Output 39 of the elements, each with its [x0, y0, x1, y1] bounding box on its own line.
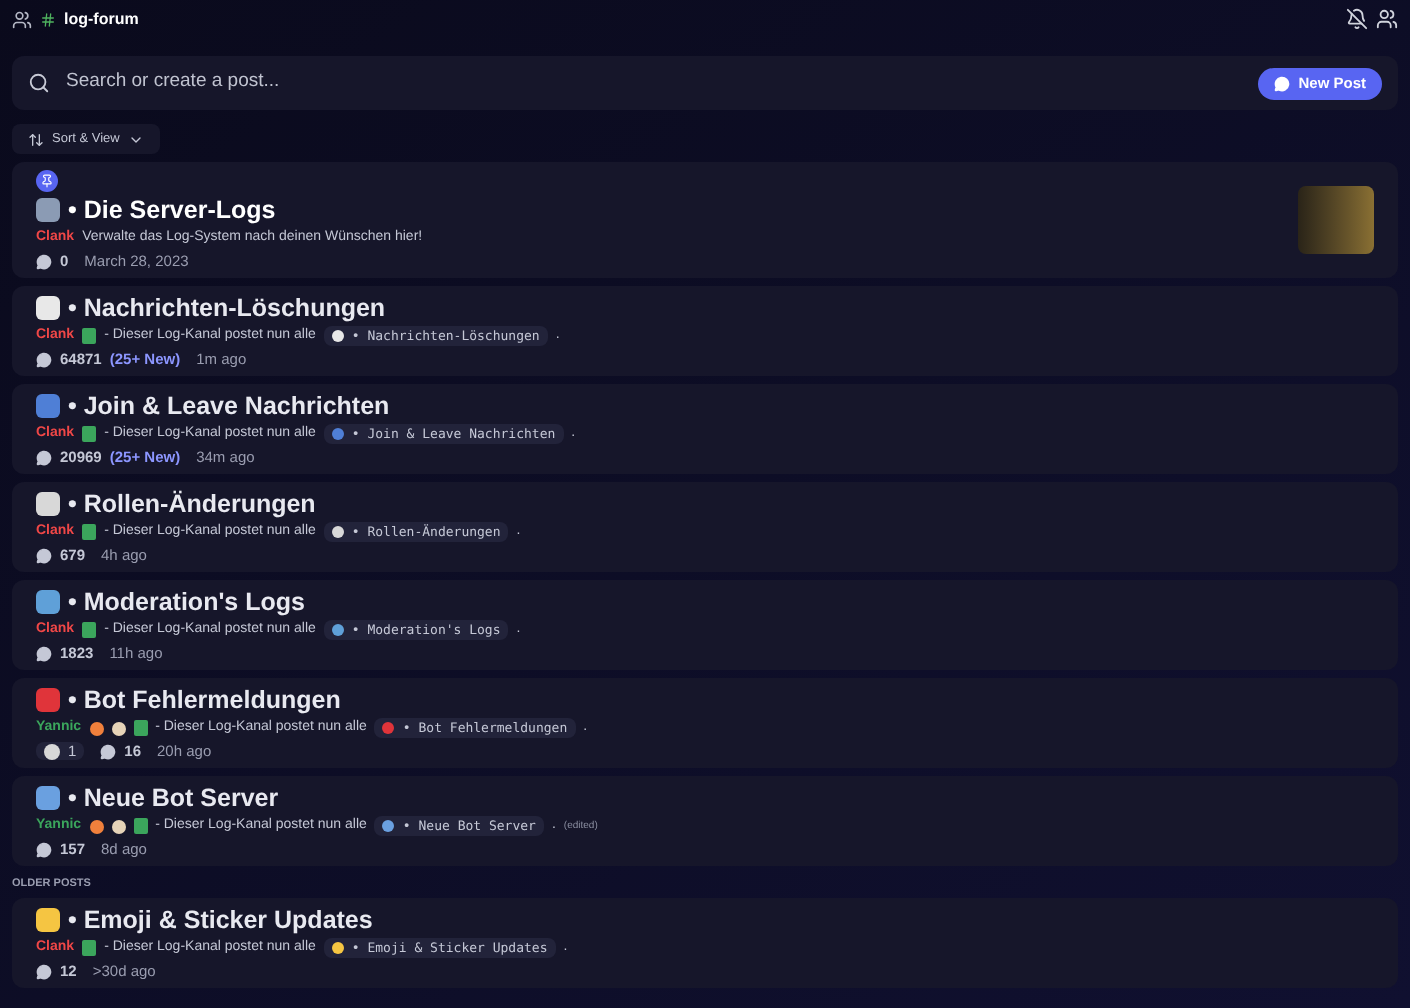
emoji-icon — [331, 330, 344, 342]
emoji-icon — [331, 942, 344, 954]
chat-icon — [36, 351, 52, 367]
emoji-icon — [36, 296, 60, 320]
post-title: • Neue Bot Server — [68, 784, 279, 812]
search-icon — [28, 72, 50, 94]
emoji-icon — [382, 722, 395, 734]
post-title: • Nachrichten-Löschungen — [68, 294, 386, 322]
emoji-icon — [36, 394, 60, 418]
emoji-icon — [331, 428, 344, 440]
post-title: • Die Server-Logs — [68, 196, 276, 224]
post-title: • Join & Leave Nachrichten — [68, 392, 390, 420]
chat-icon — [100, 743, 117, 759]
emoji-icon — [331, 624, 344, 636]
emoji-icon — [331, 526, 344, 538]
chat-icon — [36, 645, 52, 661]
notifications-off-icon[interactable] — [1346, 8, 1368, 30]
chat-icon — [36, 841, 52, 857]
search-field[interactable]: Search or create a post... — [66, 68, 1243, 98]
post-title: • Bot Fehlermeldungen — [68, 686, 341, 714]
members-icon[interactable] — [1376, 8, 1398, 30]
emoji-icon — [36, 492, 60, 516]
emoji-icon — [36, 198, 60, 222]
emoji-icon — [36, 908, 60, 932]
chat-icon — [36, 449, 52, 465]
emoji-icon — [36, 688, 60, 712]
chat-icon — [1274, 75, 1291, 91]
emoji-icon — [36, 590, 60, 614]
channel-icon — [40, 11, 56, 27]
post-title: • Emoji & Sticker Updates — [68, 906, 373, 934]
channel-name: log-forum — [64, 7, 139, 31]
emoji-icon — [36, 786, 60, 810]
chat-icon — [36, 963, 52, 979]
chat-icon — [36, 547, 52, 563]
chat-icon — [36, 253, 52, 269]
post-title: • Rollen-Änderungen — [68, 490, 316, 518]
post-title: • Moderation's Logs — [68, 588, 305, 616]
sort-icon — [28, 131, 44, 147]
emoji-icon — [382, 820, 395, 832]
